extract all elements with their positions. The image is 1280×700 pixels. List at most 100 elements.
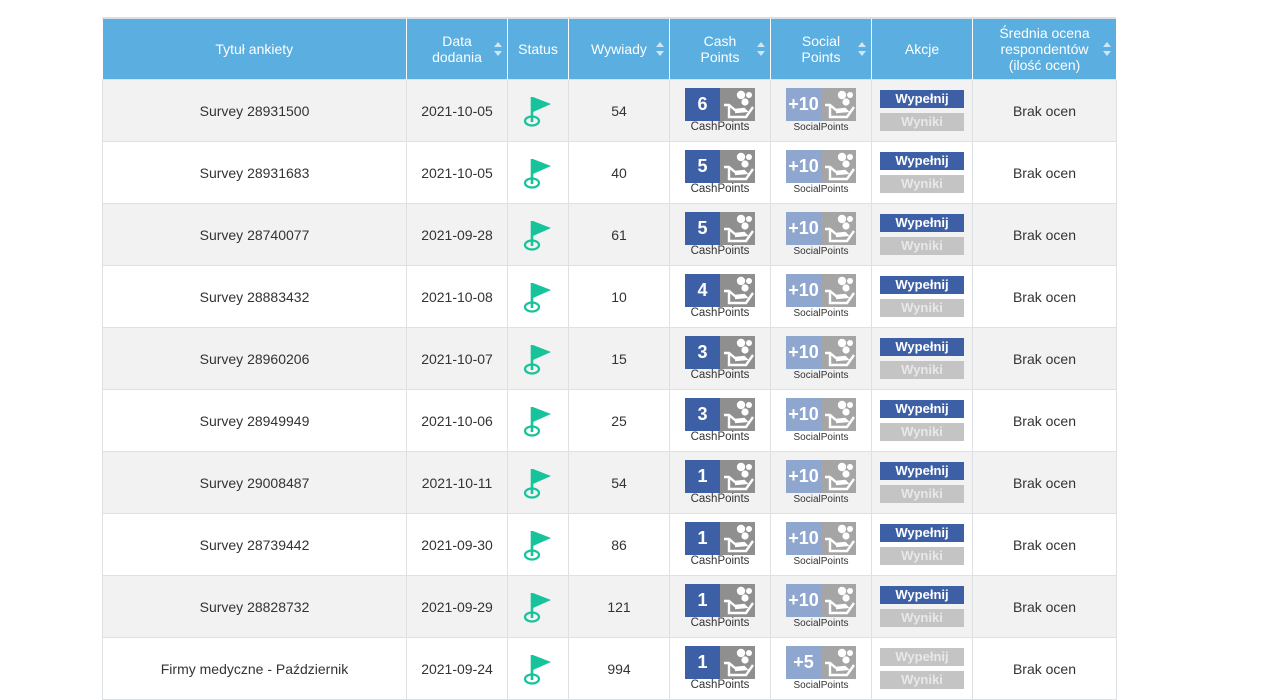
flag-icon (523, 158, 551, 189)
date-added: 2021-10-08 (406, 265, 508, 328)
cash-points-caption: CashPoints (690, 182, 750, 195)
hand-coins-icon (720, 583, 755, 617)
results-button: Wyniki (880, 671, 964, 689)
hand-coins-icon (720, 645, 755, 679)
cash-points-caption: CashPoints (690, 368, 750, 381)
social-points-value: +5 (786, 645, 821, 679)
cash-points-cell: 5 CashPoints (669, 203, 771, 266)
cash-points-badge: 1 CashPoints (685, 521, 755, 568)
actions-cell: Wypełnij Wyniki (871, 575, 973, 638)
fill-survey-button[interactable]: Wypełnij (880, 400, 964, 418)
cash-points-value: 5 (685, 211, 720, 245)
cash-points-caption: CashPoints (690, 616, 750, 629)
table-row: Survey 28931500 2021-10-05 54 6 CashPoin… (102, 79, 1117, 142)
rating: Brak ocen (972, 451, 1117, 514)
hand-coins-icon (720, 273, 755, 307)
rating: Brak ocen (972, 79, 1117, 142)
fill-survey-button[interactable]: Wypełnij (880, 276, 964, 294)
social-points-cell: +5 SocialPoints (770, 637, 872, 700)
cash-points-value: 3 (685, 335, 720, 369)
table-row: Survey 28960206 2021-10-07 15 3 CashPoin… (102, 327, 1117, 390)
status-cell (507, 451, 569, 514)
col-header-rating[interactable]: Średnia ocena respondentów (ilość ocen) (972, 19, 1117, 80)
table-row: Survey 28949949 2021-10-06 25 3 CashPoin… (102, 389, 1117, 452)
results-button: Wyniki (880, 547, 964, 565)
flag-icon (523, 654, 551, 685)
cash-points-caption: CashPoints (690, 430, 750, 443)
status-cell (507, 637, 569, 700)
col-header-cash-points[interactable]: Cash Points (669, 19, 771, 80)
hand-coins-icon (720, 149, 755, 183)
cash-points-caption: CashPoints (690, 306, 750, 319)
flag-icon (523, 282, 551, 313)
cash-points-badge: 1 CashPoints (685, 645, 755, 692)
social-points-value: +10 (786, 87, 821, 121)
sort-arrows-icon[interactable] (858, 42, 866, 56)
col-header-social-points[interactable]: Social Points (770, 19, 872, 80)
cash-points-caption: CashPoints (690, 554, 750, 567)
status-cell (507, 389, 569, 452)
date-added: 2021-09-29 (406, 575, 508, 638)
surveys-table-container: Tytuł ankiety Data dodania Status Wywiad… (102, 17, 1117, 700)
flag-icon (523, 592, 551, 623)
sort-arrows-icon[interactable] (494, 42, 502, 56)
fill-survey-button[interactable]: Wypełnij (880, 462, 964, 480)
social-points-cell: +10 SocialPoints (770, 575, 872, 638)
date-added: 2021-09-30 (406, 513, 508, 576)
social-points-badge: +10 SocialPoints (786, 211, 856, 258)
rating: Brak ocen (972, 327, 1117, 390)
surveys-table: Tytuł ankiety Data dodania Status Wywiad… (102, 19, 1117, 700)
social-points-caption: SocialPoints (793, 493, 849, 505)
status-cell (507, 203, 569, 266)
cash-points-cell: 3 CashPoints (669, 327, 771, 390)
status-cell (507, 513, 569, 576)
hand-coins-icon (720, 211, 755, 245)
cash-points-value: 3 (685, 397, 720, 431)
social-points-value: +10 (786, 397, 821, 431)
sort-arrows-icon[interactable] (1103, 42, 1111, 56)
social-points-badge: +5 SocialPoints (786, 645, 856, 692)
social-points-value: +10 (786, 521, 821, 555)
col-header-actions: Akcje (871, 19, 973, 80)
social-points-badge: +10 SocialPoints (786, 459, 856, 506)
social-points-caption: SocialPoints (793, 369, 849, 381)
social-points-cell: +10 SocialPoints (770, 327, 872, 390)
date-added: 2021-10-07 (406, 327, 508, 390)
social-points-value: +10 (786, 335, 821, 369)
fill-survey-button[interactable]: Wypełnij (880, 586, 964, 604)
cash-points-value: 4 (685, 273, 720, 307)
sort-arrows-icon[interactable] (757, 42, 765, 56)
rating: Brak ocen (972, 513, 1117, 576)
col-header-date[interactable]: Data dodania (406, 19, 508, 80)
social-points-badge: +10 SocialPoints (786, 583, 856, 630)
date-added: 2021-10-05 (406, 79, 508, 142)
cash-points-badge: 1 CashPoints (685, 583, 755, 630)
actions-cell: Wypełnij Wyniki (871, 451, 973, 514)
social-points-badge: +10 SocialPoints (786, 397, 856, 444)
cash-points-cell: 6 CashPoints (669, 79, 771, 142)
sort-arrows-icon[interactable] (656, 42, 664, 56)
table-row: Survey 28828732 2021-09-29 121 1 CashPoi… (102, 575, 1117, 638)
col-header-label: Akcje (904, 41, 940, 57)
interviews-count: 40 (568, 141, 670, 204)
survey-title: Survey 28740077 (102, 203, 407, 266)
interviews-count: 54 (568, 451, 670, 514)
cash-points-cell: 1 CashPoints (669, 637, 771, 700)
fill-survey-button[interactable]: Wypełnij (880, 214, 964, 232)
fill-survey-button[interactable]: Wypełnij (880, 152, 964, 170)
fill-survey-button[interactable]: Wypełnij (880, 524, 964, 542)
fill-survey-button[interactable]: Wypełnij (880, 338, 964, 356)
status-cell (507, 141, 569, 204)
social-points-badge: +10 SocialPoints (786, 335, 856, 382)
hand-coins-icon (821, 211, 856, 245)
date-added: 2021-10-06 (406, 389, 508, 452)
social-points-cell: +10 SocialPoints (770, 203, 872, 266)
results-button: Wyniki (880, 299, 964, 317)
cash-points-badge: 5 CashPoints (685, 149, 755, 196)
survey-title: Survey 29008487 (102, 451, 407, 514)
social-points-cell: +10 SocialPoints (770, 79, 872, 142)
fill-survey-button[interactable]: Wypełnij (880, 90, 964, 108)
hand-coins-icon (821, 645, 856, 679)
col-header-interviews[interactable]: Wywiady (568, 19, 670, 80)
interviews-count: 61 (568, 203, 670, 266)
